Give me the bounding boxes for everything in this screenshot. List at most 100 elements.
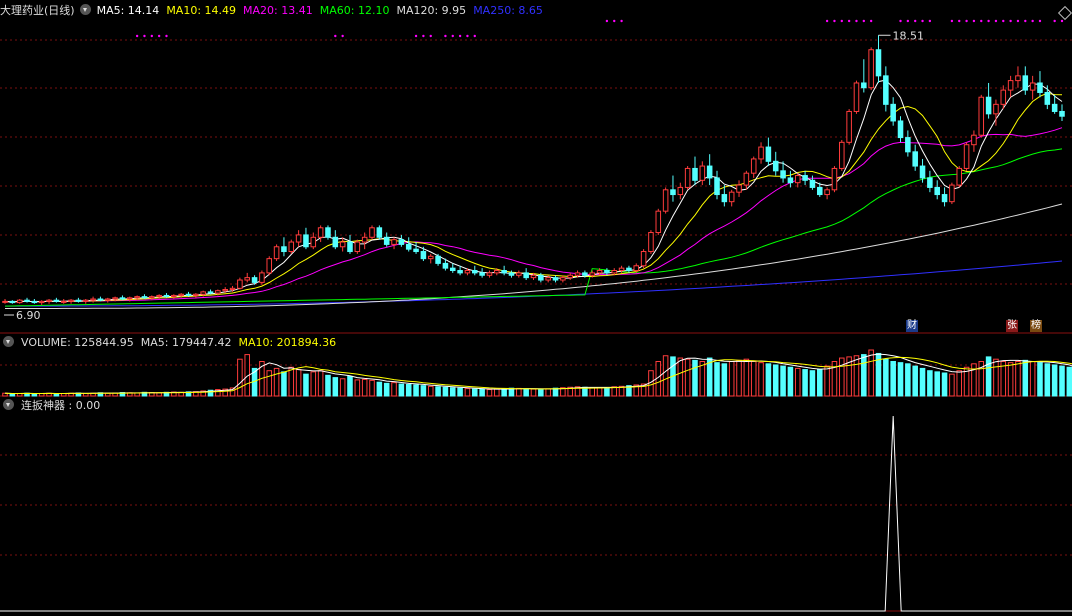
- candle-body: [993, 103, 999, 115]
- signal-dot: [1053, 19, 1056, 23]
- volume-bar: [949, 373, 955, 397]
- candle-body: [794, 175, 801, 184]
- candle-body: [1051, 103, 1058, 112]
- signal-dot: [1024, 19, 1027, 23]
- volume-bar: [472, 388, 478, 397]
- volume-bar: [501, 388, 507, 397]
- volume-bar: [347, 375, 353, 397]
- volume-bar: [985, 356, 992, 397]
- candle-body: [193, 293, 199, 296]
- volume-bar: [750, 361, 757, 397]
- signal-dot: [1038, 19, 1042, 23]
- signal-dot: [869, 19, 873, 23]
- badge-zhang[interactable]: 张: [1006, 320, 1018, 332]
- signal-dot: [906, 19, 910, 23]
- volume-bar: [9, 393, 16, 397]
- volume-bar: [376, 381, 383, 397]
- badge-bang[interactable]: 榜: [1030, 320, 1042, 332]
- volume-bar: [339, 378, 346, 397]
- ma10-line: [4, 92, 1063, 303]
- volume-bar: [1029, 361, 1036, 397]
- volume-bar: [853, 355, 860, 397]
- volume-bar: [449, 387, 456, 397]
- stock-chart[interactable]: 18.51 6.90: [0, 0, 1072, 616]
- candle-body: [919, 165, 926, 179]
- candle-body: [354, 241, 361, 253]
- candle-body: [1015, 75, 1021, 82]
- signal-dot: [833, 19, 836, 23]
- candle-body: [449, 267, 456, 272]
- candle-body: [185, 293, 192, 296]
- candle-body: [112, 297, 118, 300]
- candle-body: [677, 186, 684, 196]
- candle-body: [479, 272, 485, 276]
- candle-body: [494, 270, 500, 274]
- candle-body: [816, 186, 823, 196]
- candle-body: [178, 293, 184, 296]
- candle-body: [383, 236, 390, 245]
- volume-bar: [538, 388, 544, 397]
- volume-bar: [486, 389, 493, 397]
- signal-dot: [429, 34, 432, 38]
- candle-body: [1059, 110, 1065, 117]
- candle-body: [824, 189, 830, 196]
- signal-dot: [466, 34, 469, 38]
- volume-bar: [934, 371, 940, 397]
- candle-body: [1037, 82, 1043, 93]
- volume-bar: [435, 386, 441, 397]
- volume-bar: [545, 388, 551, 397]
- signal-dot: [855, 19, 858, 23]
- volume-bar: [1066, 366, 1072, 397]
- signal-dot: [157, 34, 161, 38]
- candle-body: [868, 49, 874, 89]
- volume-bar: [310, 371, 317, 397]
- signal-dot: [150, 34, 154, 38]
- candle-body: [24, 299, 30, 302]
- volume-bar: [281, 371, 287, 397]
- candle-body: [772, 160, 779, 172]
- candle-body: [706, 165, 713, 179]
- volume-bar: [780, 365, 786, 397]
- candle-body: [405, 243, 412, 250]
- volume-bar: [706, 357, 713, 397]
- signal-dot: [994, 19, 998, 23]
- volume-bar: [427, 385, 434, 397]
- candle-body: [538, 274, 544, 281]
- candle-body: [427, 255, 434, 260]
- candle-body: [215, 290, 221, 294]
- volume-bar: [765, 363, 772, 397]
- volume-bar: [956, 370, 963, 397]
- candle-body: [530, 274, 537, 279]
- candle-body: [743, 172, 750, 186]
- candle-body: [787, 177, 794, 184]
- signal-dot: [987, 19, 990, 23]
- signal-dot: [613, 19, 616, 23]
- volume-bar: [317, 370, 324, 397]
- volume-bar: [479, 388, 485, 397]
- signal-dot: [1002, 19, 1005, 23]
- candle-body: [251, 277, 258, 283]
- volume-bar: [699, 361, 706, 397]
- candle-body: [736, 184, 742, 193]
- badge-cai[interactable]: 财: [906, 320, 918, 332]
- candle-body: [1044, 91, 1051, 105]
- candle-body: [281, 246, 287, 253]
- candle-body: [501, 270, 507, 274]
- candle-body: [655, 210, 662, 234]
- candle-body: [75, 299, 82, 302]
- signal-dot: [1009, 19, 1012, 23]
- candle-body: [883, 75, 889, 105]
- candle-body: [457, 270, 463, 274]
- candle-body: [905, 137, 911, 153]
- candle-body: [9, 300, 16, 304]
- candle-body: [398, 239, 405, 245]
- candle-body: [552, 277, 559, 281]
- signal-dot: [1016, 19, 1020, 23]
- volume-bar: [794, 367, 801, 397]
- candle-body: [545, 277, 551, 281]
- signal-dot: [980, 19, 983, 23]
- candle-body: [1029, 82, 1036, 91]
- candle-body: [273, 246, 280, 260]
- candle-body: [684, 167, 691, 188]
- indicator-line: [0, 415, 1072, 612]
